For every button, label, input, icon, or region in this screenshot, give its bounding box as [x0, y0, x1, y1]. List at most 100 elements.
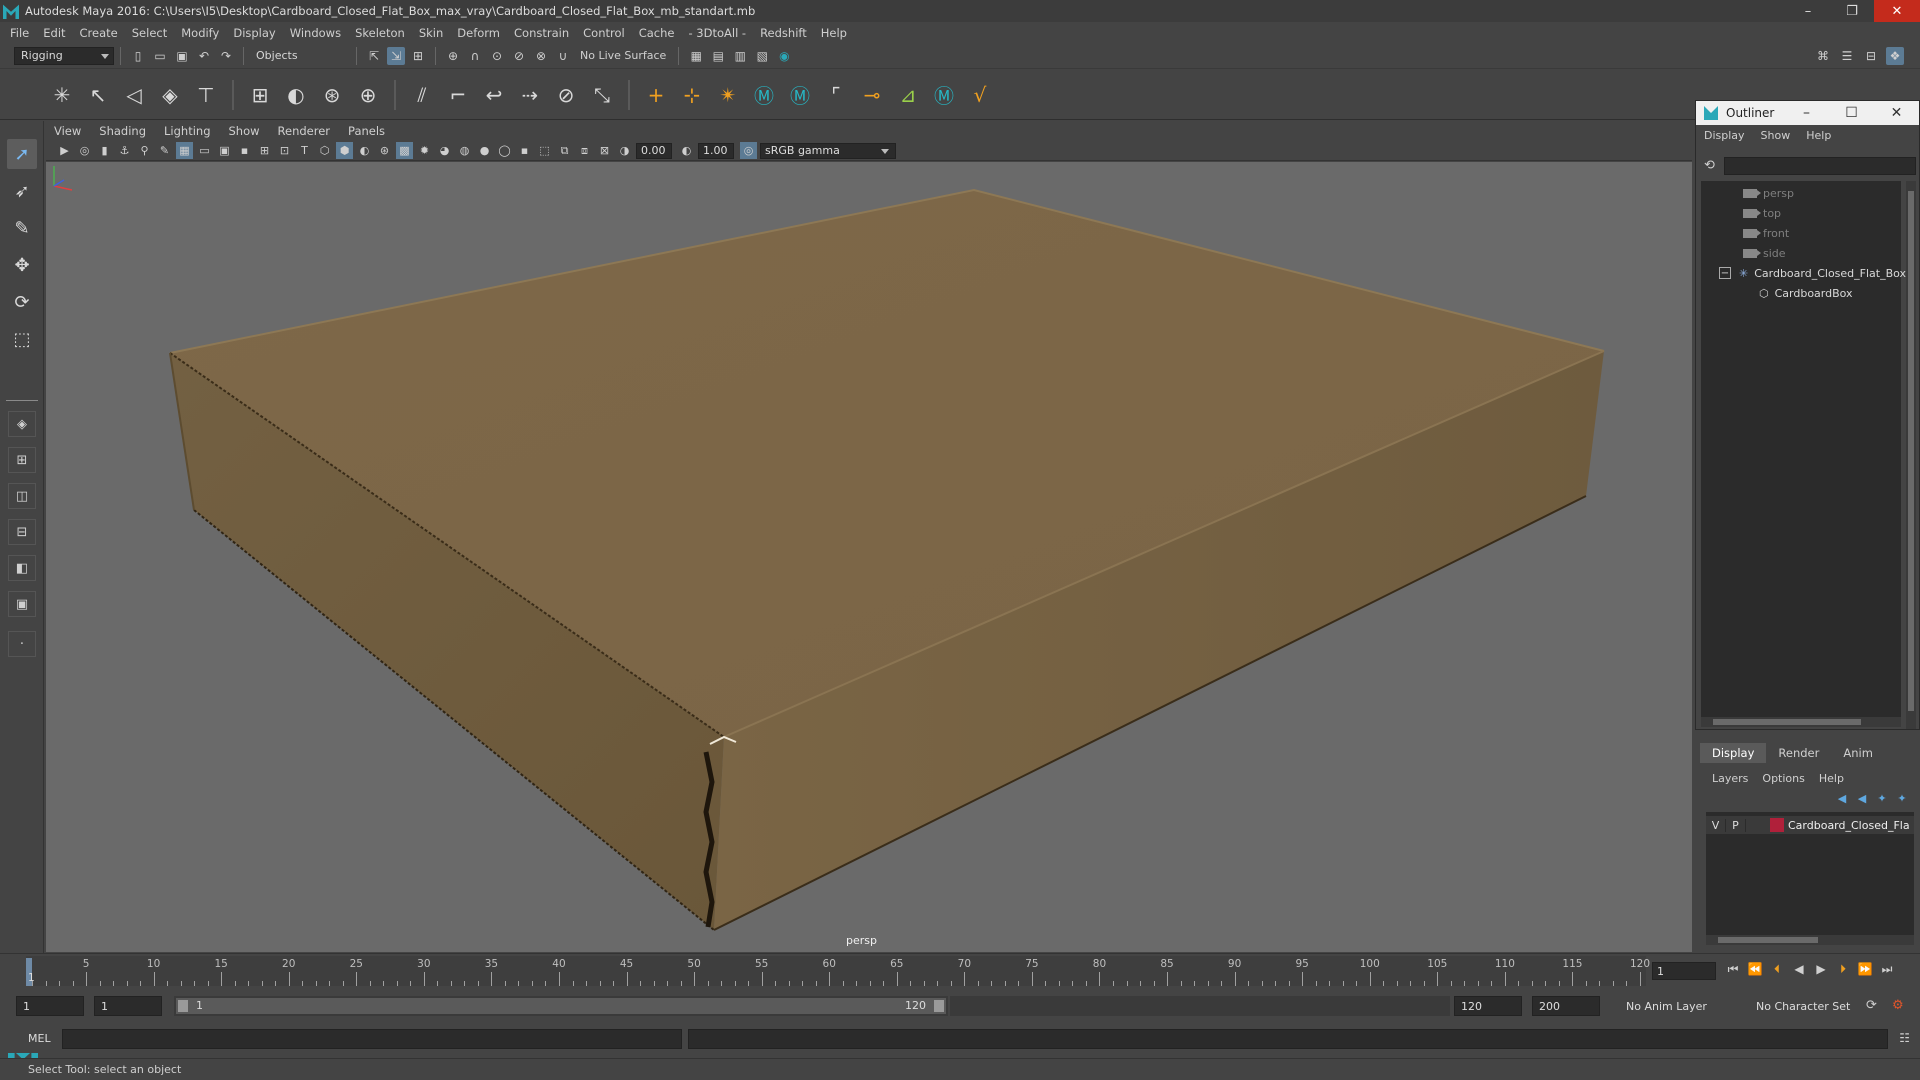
outliner-item-group[interactable]: − ✳ Cardboard_Closed_Flat_Box: [1719, 264, 1906, 282]
scrollbar-thumb[interactable]: [1718, 937, 1818, 943]
outliner-menu-show[interactable]: Show: [1761, 129, 1791, 142]
insert-joint-icon[interactable]: ↖: [83, 80, 113, 110]
camera-attributes-icon[interactable]: ◎: [76, 142, 93, 159]
step-back-frame-icon[interactable]: ⏪: [1744, 962, 1766, 977]
undo-icon[interactable]: ↶: [195, 47, 213, 65]
new-empty-layer-icon[interactable]: ✦: [1872, 792, 1892, 805]
motion-blur-icon[interactable]: ●: [476, 142, 493, 159]
perspective-viewport[interactable]: persp: [46, 162, 1692, 952]
field-chart-icon[interactable]: ⊞: [256, 142, 273, 159]
view-transform-dropdown[interactable]: sRGB gamma: [760, 142, 896, 159]
menu-skeleton[interactable]: Skeleton: [355, 26, 405, 40]
exposure-icon[interactable]: ◑: [616, 142, 633, 159]
playback-end-field[interactable]: 120: [1454, 996, 1522, 1016]
new-layer-selected-icon[interactable]: ✦: [1892, 792, 1912, 805]
copy-weights-icon[interactable]: ⇢: [515, 80, 545, 110]
tab-anim[interactable]: Anim: [1831, 743, 1885, 763]
safe-action-icon[interactable]: ⊡: [276, 142, 293, 159]
outliner-filter-icon[interactable]: ⟲: [1704, 158, 1715, 173]
textured-icon[interactable]: ▩: [396, 142, 413, 159]
step-forward-frame-icon[interactable]: ⏩: [1854, 962, 1876, 977]
mirror-weights-icon[interactable]: ⊘: [551, 80, 581, 110]
ik-handle-icon[interactable]: ◁: [119, 80, 149, 110]
shadows-icon[interactable]: ◕: [436, 142, 453, 159]
render-settings-icon[interactable]: ▧: [753, 47, 771, 65]
set-driven-key-icon[interactable]: √: [965, 80, 995, 110]
script-language-toggle[interactable]: MEL: [28, 1032, 51, 1045]
step-back-key-icon[interactable]: ⏴: [1766, 962, 1788, 977]
move-layer-down-icon[interactable]: ◀: [1852, 792, 1872, 805]
screen-space-ao-icon[interactable]: ◍: [456, 142, 473, 159]
point-constraint-icon[interactable]: ⊹: [677, 80, 707, 110]
menu-redshift[interactable]: Redshift: [760, 26, 807, 40]
layer-color-swatch[interactable]: [1770, 818, 1784, 832]
ipr-render-icon[interactable]: ▥: [731, 47, 749, 65]
command-input[interactable]: [62, 1029, 682, 1049]
snap-surface-icon[interactable]: ⊗: [532, 47, 550, 65]
paint-weights-icon[interactable]: ↩: [479, 80, 509, 110]
grease-pencil-icon[interactable]: ✎: [156, 142, 173, 159]
prune-weights-icon[interactable]: ⤡: [587, 80, 617, 110]
layer-menu-layers[interactable]: Layers: [1712, 772, 1748, 785]
new-scene-icon[interactable]: ▯: [129, 47, 147, 65]
menu-create[interactable]: Create: [80, 26, 118, 40]
ik-spline-icon[interactable]: ◈: [155, 80, 185, 110]
menu-set-dropdown[interactable]: Rigging: [14, 46, 114, 65]
menu-deform[interactable]: Deform: [457, 26, 500, 40]
play-backwards-icon[interactable]: ◀: [1788, 962, 1810, 977]
anim-layer-dropdown[interactable]: No Anim Layer: [1620, 996, 1740, 1016]
four-view-layout-icon[interactable]: ⊞: [8, 447, 36, 473]
current-frame-field[interactable]: 1: [1652, 962, 1716, 980]
menu-windows[interactable]: Windows: [290, 26, 341, 40]
persp-graph-layout-icon[interactable]: ⊟: [8, 519, 36, 545]
range-start-handle[interactable]: [178, 1000, 188, 1012]
character-set-dropdown[interactable]: No Character Set: [1750, 996, 1870, 1016]
wire-icon[interactable]: ⊕: [353, 80, 383, 110]
panel-menu-panels[interactable]: Panels: [348, 124, 385, 138]
select-object-icon[interactable]: ⇲: [387, 46, 405, 65]
panel-menu-shading[interactable]: Shading: [99, 124, 146, 138]
select-camera-icon[interactable]: ▶: [56, 142, 73, 159]
render-frame-icon[interactable]: ▤: [709, 47, 727, 65]
hypershade-icon[interactable]: ◉: [775, 47, 793, 65]
range-fill[interactable]: [176, 998, 946, 1014]
play-forwards-icon[interactable]: ▶: [1810, 962, 1832, 977]
persp-hypershade-layout-icon[interactable]: ◧: [8, 555, 36, 581]
tab-display[interactable]: Display: [1700, 743, 1767, 763]
xray-components-icon[interactable]: ⊠: [596, 142, 613, 159]
outliner-item-side[interactable]: side: [1743, 244, 1786, 262]
gamma-field[interactable]: 1.00: [698, 142, 734, 159]
channel-box-icon[interactable]: ❖: [1886, 47, 1904, 65]
animation-end-field[interactable]: 200: [1532, 996, 1600, 1016]
outliner-horizontal-scrollbar[interactable]: [1701, 717, 1901, 727]
selection-mode-dropdown[interactable]: Objects: [250, 46, 350, 65]
menu-skin[interactable]: Skin: [419, 26, 443, 40]
attribute-editor-icon[interactable]: ☰: [1838, 47, 1856, 65]
outliner-close-button[interactable]: ✕: [1874, 105, 1919, 121]
exposure-field[interactable]: 0.00: [636, 142, 672, 159]
scale-tool-icon[interactable]: ⬚: [7, 324, 37, 354]
menu-edit[interactable]: Edit: [43, 26, 65, 40]
snap-curve-icon[interactable]: ∩: [466, 47, 484, 65]
image-plane-icon[interactable]: ⚓: [116, 142, 133, 159]
color-management-icon[interactable]: ◎: [740, 142, 757, 159]
snap-view-plane-icon[interactable]: ⊘: [510, 47, 528, 65]
minimize-button[interactable]: –: [1786, 0, 1830, 22]
go-to-end-icon[interactable]: ⏭: [1876, 962, 1898, 977]
redo-icon[interactable]: ↷: [217, 47, 235, 65]
gate-mask-icon[interactable]: ▪: [236, 142, 253, 159]
lasso-tool-icon[interactable]: ➶: [7, 176, 37, 206]
joint-tool-icon[interactable]: ✳: [47, 80, 77, 110]
xray-joints-icon[interactable]: ⧈: [576, 142, 593, 159]
layer-menu-options[interactable]: Options: [1762, 772, 1804, 785]
safe-title-icon[interactable]: T: [296, 142, 313, 159]
persp-uv-layout-icon[interactable]: ▣: [8, 591, 36, 617]
collapse-icon[interactable]: −: [1719, 267, 1731, 279]
panel-menu-lighting[interactable]: Lighting: [164, 124, 210, 138]
open-scene-icon[interactable]: ▭: [151, 47, 169, 65]
smooth-shade-icon[interactable]: ⬢: [336, 142, 353, 159]
outliner-menu-help[interactable]: Help: [1806, 129, 1831, 142]
outliner-item-front[interactable]: front: [1743, 224, 1789, 242]
step-forward-key-icon[interactable]: ⏵: [1832, 962, 1854, 977]
layer-visibility-toggle[interactable]: V: [1706, 818, 1726, 832]
